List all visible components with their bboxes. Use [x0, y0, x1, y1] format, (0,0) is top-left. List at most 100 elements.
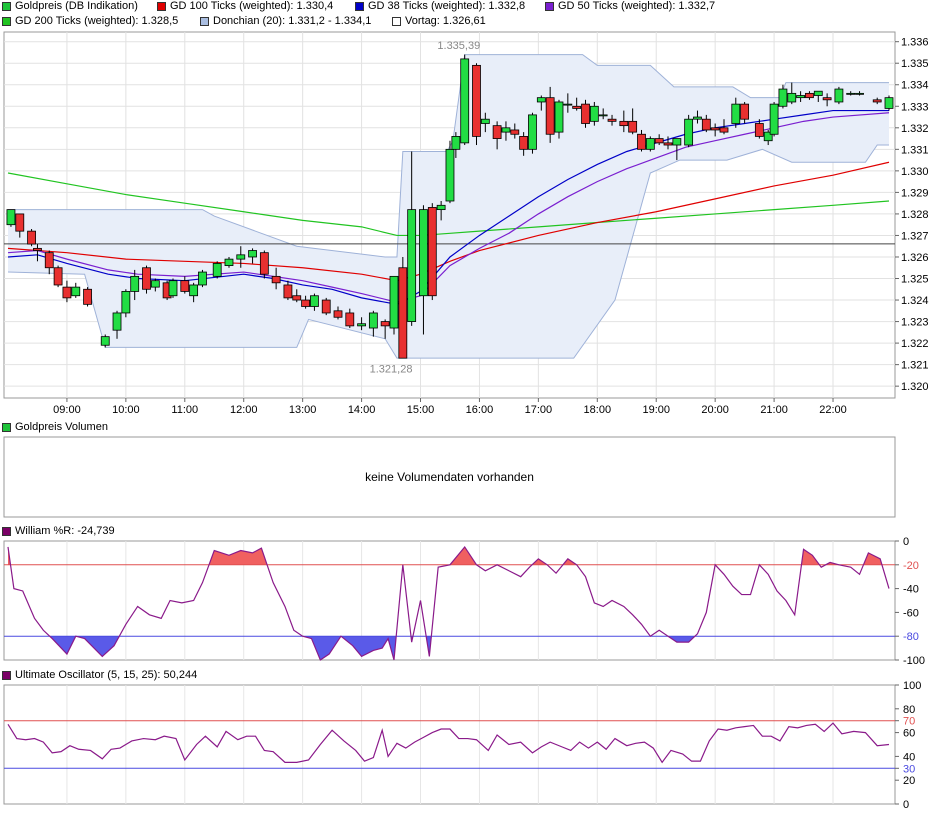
candle-body	[292, 295, 302, 301]
candle-body	[83, 288, 92, 305]
candle-body	[536, 97, 546, 103]
y-tick-label: 1.321	[901, 360, 929, 372]
candle-body	[684, 118, 694, 146]
candle-body	[168, 280, 178, 297]
candle-body	[389, 275, 399, 329]
candle-body	[321, 299, 331, 314]
y-tick-label: 80	[903, 704, 915, 716]
x-tick-label: 22:00	[819, 404, 847, 416]
candle-body	[855, 92, 864, 95]
y-tick-label: 0	[903, 536, 909, 548]
volume-swatch	[2, 423, 11, 432]
candle-body	[283, 284, 293, 299]
candle-body	[754, 123, 764, 137]
x-tick-label: 12:00	[230, 404, 258, 416]
candle-body	[62, 286, 72, 299]
candle-body	[310, 295, 319, 307]
candle-body	[778, 88, 788, 107]
y-tick-label: 1.320	[901, 381, 929, 393]
candle-body	[834, 88, 844, 103]
candle-body	[345, 312, 355, 327]
y-tick-label: 1.331	[901, 144, 929, 156]
candle-body	[248, 250, 257, 258]
candle-body	[15, 213, 25, 232]
y-tick-label: -80	[903, 631, 919, 643]
y-tick-label: 1.326	[901, 252, 929, 264]
candle-body	[501, 127, 511, 133]
y-tick-label: -100	[903, 655, 925, 667]
x-tick-label: 09:00	[53, 404, 81, 416]
candle-body	[581, 103, 590, 124]
candle-body	[451, 136, 461, 150]
candle-body	[637, 133, 646, 150]
candle-body	[628, 120, 638, 133]
candle-body	[44, 252, 54, 269]
candle-body	[236, 254, 246, 260]
x-tick-label: 15:00	[407, 404, 435, 416]
candle-body	[701, 118, 711, 131]
y-tick-label: 1.335	[901, 58, 929, 70]
candle-body	[6, 209, 16, 226]
x-tick-label: 11:00	[171, 404, 198, 416]
candle-body	[27, 230, 36, 245]
candle-body	[607, 118, 617, 122]
y-tick-label: 20	[903, 775, 915, 787]
no-volume-message: keine Volumendaten vorhanden	[365, 470, 534, 484]
ultimate-oscillator-chart: 100 807060 403020 0	[3, 680, 921, 811]
candle-body	[445, 148, 455, 202]
x-tick-label: 17:00	[525, 404, 553, 416]
candle-body	[189, 284, 199, 297]
candle-body	[693, 116, 702, 120]
candle-body	[769, 103, 779, 135]
candle-body	[619, 120, 629, 127]
y-tick-label: 30	[903, 763, 915, 775]
candle-body	[554, 101, 564, 133]
y-tick-label: 1.333	[901, 101, 929, 113]
x-tick-label: 21:00	[760, 404, 788, 416]
y-tick-label: 0	[903, 799, 909, 811]
y-tick-label: 1.329	[901, 187, 929, 199]
y-tick-label: 1.334	[901, 80, 929, 92]
candle-body	[519, 136, 529, 150]
candle-body	[846, 92, 856, 95]
candle-body	[398, 267, 408, 359]
candle-body	[672, 138, 682, 146]
y-tick-label: 1.328	[901, 209, 929, 221]
candle-body	[271, 275, 281, 284]
y-tick-label: -20	[903, 560, 919, 572]
candle-body	[510, 129, 520, 135]
candle-body	[787, 92, 797, 103]
candle-body	[130, 275, 140, 292]
high-annotation: 1.335,39	[437, 40, 480, 52]
price-chart: 1.336 1.335 1.334 1.333 1.332 1.331 1.330 1.329…	[3, 31, 929, 416]
candle-body	[407, 209, 417, 322]
candle-body	[436, 204, 446, 211]
candle-body	[822, 97, 832, 101]
candle-body	[472, 64, 481, 137]
candle-body	[180, 280, 190, 292]
candle-body	[259, 252, 269, 275]
candle-body	[142, 267, 151, 290]
candle-body	[427, 207, 437, 297]
x-tick-label: 19:00	[642, 404, 670, 416]
oscillator-frame	[3, 540, 896, 661]
x-tick-label: 20:00	[701, 404, 729, 416]
y-tick-label: 1.330	[901, 166, 929, 178]
candle-body	[212, 263, 222, 277]
candle-body	[528, 114, 537, 150]
candle-body	[872, 99, 882, 103]
candle-body	[492, 125, 502, 139]
candle-body	[719, 127, 729, 133]
candle-body	[563, 103, 573, 106]
candle-body	[645, 138, 655, 150]
candle-body	[480, 118, 490, 124]
x-tick-label: 13:00	[289, 404, 317, 416]
y-tick-label: 1.336	[901, 37, 929, 49]
candle-body	[654, 138, 664, 144]
y-tick-label: 60	[903, 728, 915, 740]
y-tick-label: 1.325	[901, 274, 929, 286]
x-tick-label: 18:00	[584, 404, 612, 416]
oscillator-frame	[3, 684, 896, 805]
y-tick-label: 1.332	[901, 123, 929, 135]
candle-body	[380, 321, 390, 327]
